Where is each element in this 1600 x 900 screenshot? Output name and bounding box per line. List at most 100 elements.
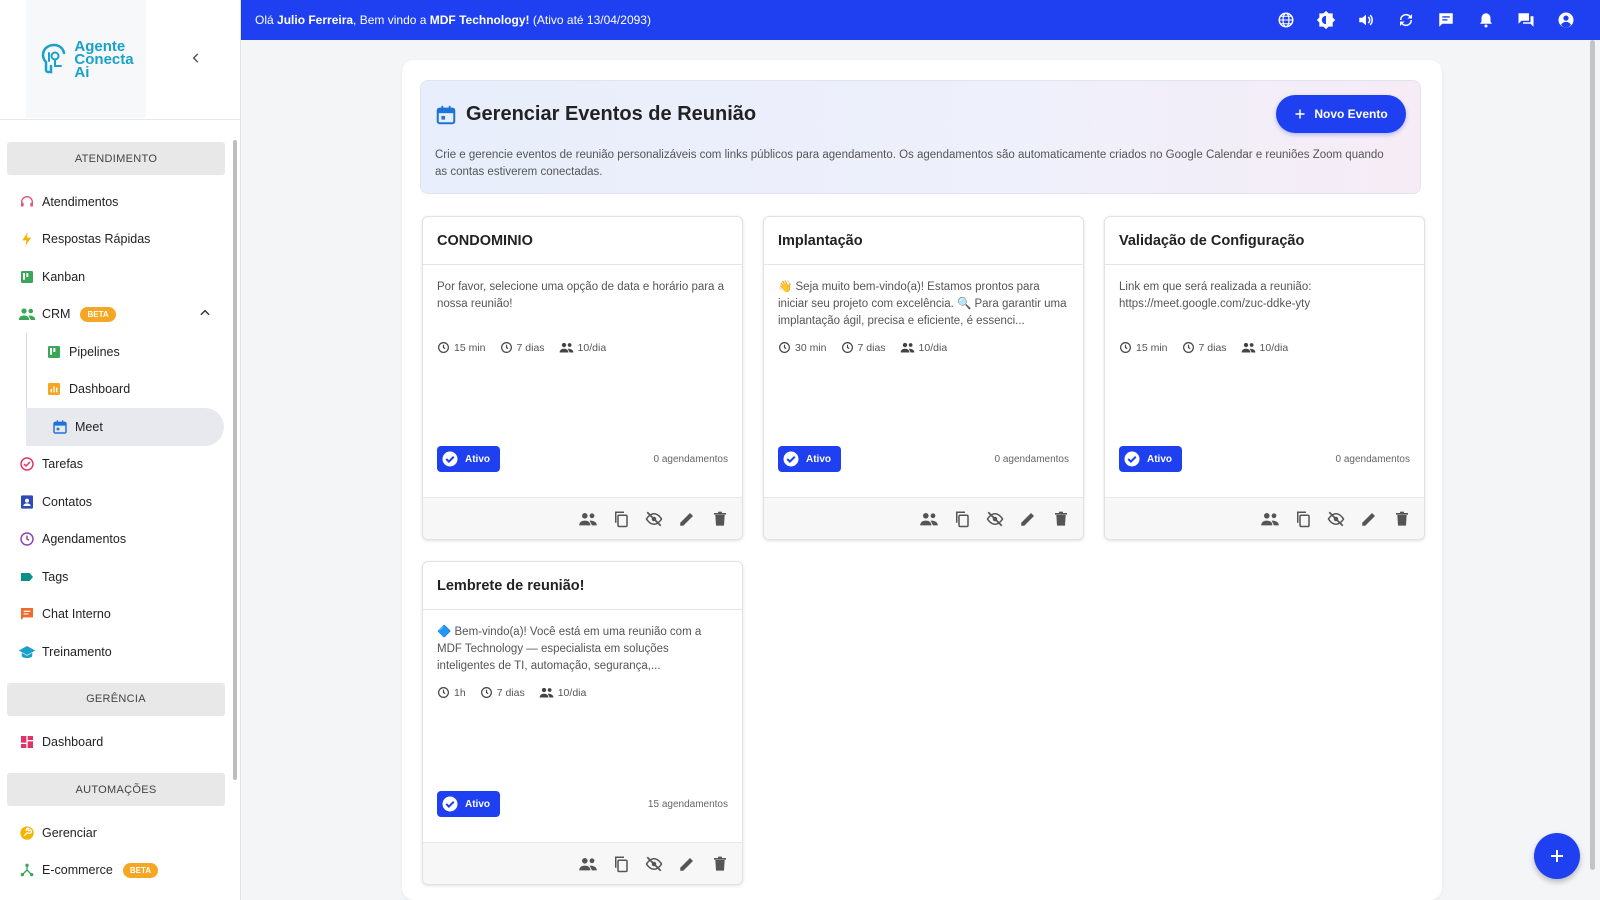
delete-icon[interactable]	[1051, 509, 1071, 529]
event-card: Lembrete de reunião! 🔷 Bem-vindo(a)! Voc…	[422, 561, 743, 885]
sidebar-item-label: Tags	[42, 569, 69, 584]
new-event-button[interactable]: Novo Evento	[1276, 95, 1406, 133]
visibility-off-icon[interactable]	[1326, 509, 1346, 529]
edit-icon[interactable]	[677, 854, 697, 874]
check-circle-icon	[1124, 451, 1140, 467]
section-gerencia: GERÊNCIA	[7, 682, 225, 716]
duration-value: 1h	[454, 686, 466, 699]
globe-icon[interactable]	[1276, 10, 1296, 30]
clock-icon	[1120, 342, 1131, 353]
sidebar-item-treinamento[interactable]: Treinamento	[0, 633, 232, 671]
edit-icon[interactable]	[1018, 509, 1038, 529]
sidebar-item-respostas-rapidas[interactable]: Respostas Rápidas	[0, 221, 232, 259]
sidebar-scrollbar[interactable]	[233, 140, 237, 780]
sidebar-item-label: E-commerce	[42, 863, 113, 878]
forum-icon[interactable]	[1516, 10, 1536, 30]
collapse-sidebar-button[interactable]	[186, 48, 206, 68]
chevron-up-icon[interactable]	[198, 306, 212, 323]
top-actions	[1276, 10, 1576, 30]
pipelines-icon	[45, 343, 63, 361]
sidebar-menu: ATENDIMENTO Atendimentos Respostas Rápid…	[0, 130, 232, 889]
event-title: Implantação	[764, 217, 1083, 265]
status-chip[interactable]: Ativo	[1119, 446, 1182, 472]
delete-icon[interactable]	[710, 854, 730, 874]
sidebar-item-contatos[interactable]: Contatos	[0, 483, 232, 521]
check-circle-icon	[442, 451, 458, 467]
people-icon[interactable]	[919, 509, 939, 529]
copy-icon[interactable]	[952, 509, 972, 529]
status-chip[interactable]: Ativo	[778, 446, 841, 472]
copy-icon[interactable]	[611, 854, 631, 874]
sidebar-item-dashboard[interactable]: Dashboard	[0, 724, 232, 762]
clock-icon	[438, 342, 449, 353]
booking-window: 7 dias	[1182, 341, 1227, 354]
sidebar-item-pipelines[interactable]: Pipelines	[0, 333, 232, 371]
people-icon[interactable]	[1260, 509, 1280, 529]
visibility-off-icon[interactable]	[985, 509, 1005, 529]
sidebar-item-gerenciar[interactable]: Gerenciar	[0, 814, 232, 852]
contact-card-icon	[18, 493, 36, 511]
delete-icon[interactable]	[1392, 509, 1412, 529]
copy-icon[interactable]	[611, 509, 631, 529]
status-label: Ativo	[465, 798, 490, 810]
sidebar-item-tags[interactable]: Tags	[0, 558, 232, 596]
logo[interactable]: Agente Conecta Ai	[26, 0, 146, 118]
message-icon[interactable]	[1436, 10, 1456, 30]
sidebar-item-ecommerce[interactable]: E-commerce BETA	[0, 852, 232, 890]
status-chip[interactable]: Ativo	[437, 791, 500, 817]
sidebar-item-kanban[interactable]: Kanban	[0, 258, 232, 296]
bookings-count: 0 agendamentos	[994, 453, 1069, 465]
bookings-count: 0 agendamentos	[1335, 453, 1410, 465]
volume-icon[interactable]	[1356, 10, 1376, 30]
copy-icon[interactable]	[1293, 509, 1313, 529]
sidebar-item-dashboard-crm[interactable]: Dashboard	[0, 371, 232, 409]
kanban-icon	[18, 268, 36, 286]
event-title: Validação de Configuração	[1105, 217, 1424, 265]
account-icon[interactable]	[1556, 10, 1576, 30]
status-chip[interactable]: Ativo	[437, 446, 500, 472]
graduation-cap-icon	[18, 643, 36, 661]
refresh-icon[interactable]	[1396, 10, 1416, 30]
add-fab-button[interactable]	[1534, 833, 1580, 879]
sidebar-item-label: Atendimentos	[42, 194, 119, 209]
chat-icon	[18, 605, 36, 623]
welcome-text: , Bem vindo a	[353, 13, 430, 27]
sidebar-item-label: Respostas Rápidas	[42, 232, 151, 247]
plus-icon	[1295, 109, 1305, 119]
window-value: 7 dias	[496, 686, 525, 699]
crm-submenu: Pipelines Dashboard Meet	[0, 333, 232, 446]
top-bar: Olá Julio Ferreira, Bem vindo a MDF Tech…	[241, 0, 1600, 40]
sidebar-item-atendimentos[interactable]: Atendimentos	[0, 183, 232, 221]
people-icon[interactable]	[578, 854, 598, 874]
chevron-left-icon	[192, 53, 199, 63]
sidebar-item-tarefas[interactable]: Tarefas	[0, 446, 232, 484]
duration: 30 min	[778, 341, 827, 354]
people-icon	[539, 687, 554, 698]
logo-text: Agente Conecta Ai	[74, 39, 133, 80]
sidebar-item-chat-interno[interactable]: Chat Interno	[0, 596, 232, 634]
duration: 15 min	[437, 341, 486, 354]
visibility-off-icon[interactable]	[644, 854, 664, 874]
page-scrollbar-thumb[interactable]	[1590, 40, 1595, 870]
page-scrollbar[interactable]	[1589, 40, 1595, 890]
visibility-off-icon[interactable]	[644, 509, 664, 529]
delete-icon[interactable]	[710, 509, 730, 529]
booking-window: 7 dias	[841, 341, 886, 354]
booking-window: 7 dias	[500, 341, 545, 354]
bar-chart-icon	[45, 380, 63, 398]
brightness-icon[interactable]	[1316, 10, 1336, 30]
calendar-icon	[51, 418, 69, 436]
people-icon[interactable]	[578, 509, 598, 529]
bell-icon[interactable]	[1476, 10, 1496, 30]
sidebar-item-crm[interactable]: CRM BETA	[0, 296, 232, 334]
edit-icon[interactable]	[1359, 509, 1379, 529]
window-value: 7 dias	[516, 341, 545, 354]
beta-badge: BETA	[122, 862, 159, 878]
daily-limit: 10/dia	[900, 341, 947, 354]
sidebar-item-meet[interactable]: Meet	[26, 408, 224, 446]
clock-icon	[779, 342, 790, 353]
edit-icon[interactable]	[677, 509, 697, 529]
sidebar-item-agendamentos[interactable]: Agendamentos	[0, 521, 232, 559]
bookings-count: 15 agendamentos	[647, 798, 728, 810]
sidebar-item-label: Dashboard	[42, 735, 104, 750]
